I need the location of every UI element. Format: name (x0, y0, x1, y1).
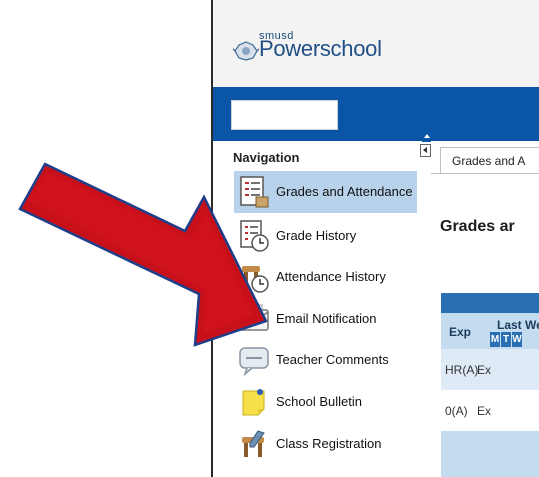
main-content: Grades and A Grades ar Exp Last We M T W… (431, 141, 539, 477)
page-title: Grades ar (440, 218, 515, 235)
table-header-bar (441, 293, 539, 313)
nav-item-school-bulletin[interactable]: School Bulletin (234, 382, 417, 422)
row-exp: 0(A) (445, 404, 468, 418)
nav-item-label: Grades and Attendance (276, 184, 413, 199)
day-header: W (511, 332, 522, 347)
class-registration-icon (236, 426, 272, 462)
nav-item-label: Class Registration (276, 436, 382, 451)
red-arrow-annotation (18, 162, 268, 347)
collapse-header-icon[interactable] (422, 132, 431, 142)
collapse-nav-icon[interactable] (420, 144, 431, 157)
row-value: Ex (477, 363, 492, 377)
row-value: Ex (477, 404, 492, 418)
row-exp: HR(A) (445, 363, 479, 377)
table-row[interactable]: HR(A) Ex (441, 349, 539, 390)
nav-item-label: Teacher Comments (276, 352, 389, 367)
school-bulletin-icon (236, 384, 272, 420)
table-row[interactable]: 0(A) Ex (441, 390, 539, 431)
nav-item-label: School Bulletin (276, 394, 362, 409)
nav-item-label: Email Notification (276, 311, 377, 326)
day-headers: M T W (489, 332, 522, 347)
nav-item-label: Grade History (276, 228, 357, 243)
table-header: Exp Last We M T W (441, 313, 539, 349)
table-row (441, 431, 539, 477)
nav-item-label: Attendance History (276, 269, 386, 284)
tab-divider (431, 173, 539, 174)
nav-item-class-registration[interactable]: Class Registration (234, 424, 417, 464)
day-header: T (500, 332, 511, 347)
day-header: M (489, 332, 500, 347)
column-header-exp: Exp (449, 325, 472, 339)
column-header-last-week: Last We (497, 318, 539, 332)
tab-grades-attendance[interactable]: Grades and A (440, 147, 539, 174)
